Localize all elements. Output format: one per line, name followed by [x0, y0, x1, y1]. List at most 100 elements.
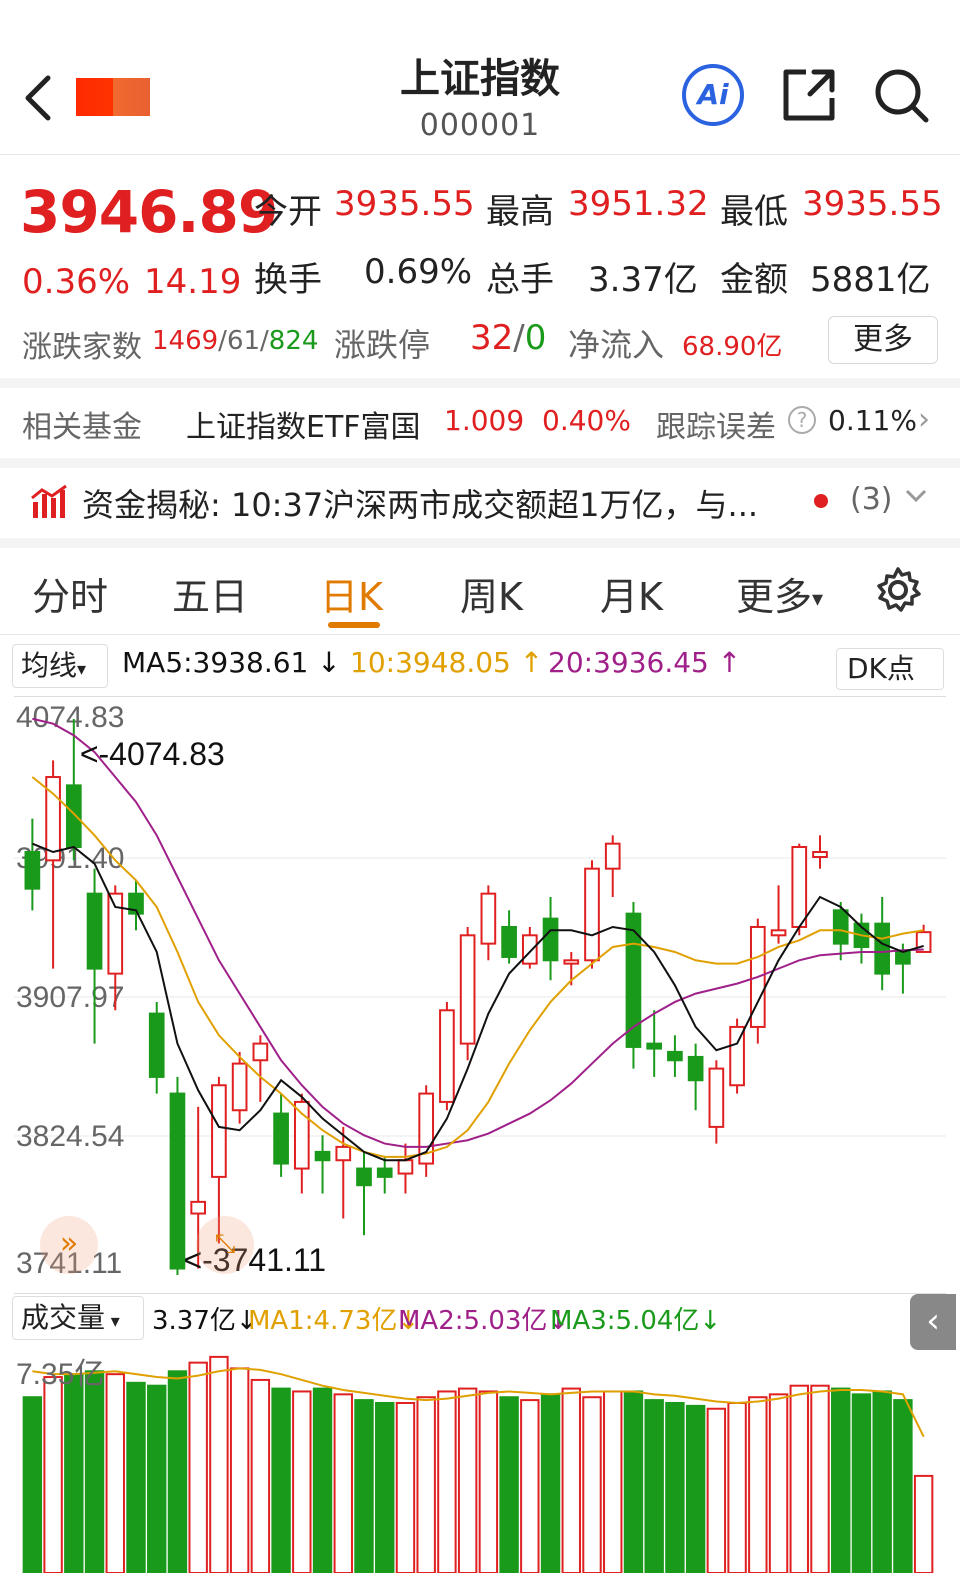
low-label: 最低: [720, 192, 788, 232]
volume-bar: [748, 1396, 768, 1573]
netflow-value: 68.90亿: [682, 332, 783, 362]
tab-intraday[interactable]: 分时: [32, 566, 108, 621]
breadth-up: 1469: [152, 326, 219, 356]
volume-bar: [147, 1384, 167, 1573]
tab-daily-k[interactable]: 日K: [320, 566, 383, 621]
volume-selector-label: 成交量: [21, 1301, 106, 1334]
volume-bar: [561, 1387, 581, 1573]
candle-body: [397, 1159, 414, 1175]
candle-body: [86, 892, 103, 970]
tracking-label: 跟踪误差: [656, 410, 776, 445]
ma5-line: [31, 842, 924, 1162]
volume-bar: [354, 1399, 374, 1573]
share-icon: [783, 69, 835, 121]
vol-ma2-readout: MA2:5.03亿↓: [398, 1300, 569, 1337]
candle-body: [563, 959, 580, 965]
ma-selector-label: 均线: [21, 649, 78, 682]
tab-five-day[interactable]: 五日: [172, 566, 248, 621]
ma20-readout: 20:3936.45 ↑: [548, 646, 741, 679]
vol-ma1-readout: MA1:4.73亿↓: [248, 1300, 419, 1337]
ai-label: Ai: [697, 78, 729, 111]
kline-chart[interactable]: 4074.83 3991.40 3907.97 3824.54 3741.11 <-407…: [14, 696, 946, 1294]
volume-bar: [872, 1390, 892, 1573]
chevron-down-icon: [904, 486, 928, 510]
volume-bar: [623, 1390, 644, 1573]
volume-bar: [271, 1387, 291, 1573]
dk-point-button[interactable]: DK点: [836, 648, 944, 690]
y-tick-label: 3824.54: [16, 1120, 124, 1153]
y-tick-label: 3907.97: [16, 981, 124, 1014]
volume-selector[interactable]: 成交量 ▾: [12, 1296, 144, 1340]
fund-label: 相关基金: [22, 410, 142, 445]
candle-body: [687, 1055, 704, 1082]
volume-bar: [644, 1399, 664, 1573]
volume-bar: [22, 1396, 43, 1573]
tab-more[interactable]: 更多▾: [736, 566, 823, 621]
volume-bar: [416, 1396, 436, 1573]
amount-label: 金额: [720, 260, 788, 300]
tab-monthly-k[interactable]: 月K: [600, 566, 663, 621]
help-icon[interactable]: ?: [788, 406, 816, 434]
change-percent: 0.36%: [22, 262, 131, 302]
search-button[interactable]: [872, 66, 932, 126]
high-marker-label: <-4074.83: [80, 736, 225, 772]
volume-bar: [706, 1407, 727, 1573]
volume-value: 3.37亿: [588, 260, 698, 300]
more-button[interactable]: 更多: [828, 316, 938, 364]
volume-bar: [478, 1390, 499, 1573]
candle-body: [459, 934, 476, 1045]
high-value: 3951.32: [568, 184, 709, 224]
breadth-values: 1469/61/824: [152, 326, 319, 356]
news-row[interactable]: 资金揭秘: 10:37沪深两市成交额超1万亿，与... (3): [0, 468, 960, 538]
share-button[interactable]: [780, 66, 838, 124]
fund-price: 1.009: [444, 404, 525, 437]
settings-button[interactable]: [874, 566, 922, 614]
arrow-down-icon: ↓: [699, 1306, 722, 1336]
chevron-right-icon: ›: [918, 402, 930, 437]
tracking-value: 0.11%: [828, 404, 917, 437]
candle-body: [314, 1150, 331, 1162]
ma10-readout: 10:3948.05 ↑: [350, 646, 543, 679]
volume-bar: [250, 1378, 271, 1573]
chart-icon: [30, 484, 68, 520]
volume-bar: [167, 1370, 188, 1573]
ma20-value: 20:3936.45: [548, 646, 709, 679]
turnover-value: 0.69%: [364, 252, 473, 292]
breadth-label: 涨跌家数: [22, 330, 142, 365]
ma10-line: [31, 776, 924, 1158]
tab-weekly-k[interactable]: 周K: [460, 566, 523, 621]
news-count: (3): [850, 482, 893, 517]
candle-body: [273, 1112, 289, 1165]
ai-button[interactable]: Ai: [682, 64, 744, 126]
limit-up: 32: [470, 318, 514, 358]
volume-bar: [395, 1401, 416, 1573]
volume-bar: [603, 1390, 623, 1573]
volume-bar: [789, 1384, 809, 1573]
volume-y-tick-label: 7.35亿: [16, 1358, 104, 1391]
candle-body: [895, 950, 911, 965]
expand-left-icon[interactable]: »: [40, 1216, 98, 1274]
volume-bar: [499, 1396, 519, 1573]
ma5-value: MA5:3938.61: [122, 646, 309, 679]
limit-label: 涨跌停: [334, 326, 431, 364]
candle-body: [791, 846, 808, 928]
vol-value: 3.37亿: [152, 1306, 236, 1336]
vol-ma2-value: MA2:5.03亿: [398, 1306, 548, 1336]
expand-corner-icon[interactable]: ⤡: [196, 1216, 254, 1274]
ma10-value: 10:3948.05: [350, 646, 511, 679]
back-button[interactable]: [18, 70, 68, 126]
collapse-panel-button[interactable]: ‹: [910, 1294, 956, 1350]
candle-body: [646, 1042, 663, 1050]
candle-body: [874, 922, 891, 975]
candle-body: [169, 1092, 186, 1270]
related-fund-row[interactable]: 相关基金 上证指数ETF富国 1.009 0.40% 跟踪误差 ? 0.11% …: [0, 388, 960, 458]
breadth-flat: 61: [226, 326, 261, 356]
volume-bar: [540, 1393, 561, 1573]
volume-bar: [105, 1373, 125, 1573]
fund-name: 上证指数ETF富国: [186, 410, 421, 445]
ma-selector[interactable]: 均线▾: [12, 644, 108, 688]
volume-bar: [768, 1393, 789, 1573]
candle-body: [335, 1145, 352, 1162]
redacted-logo: [76, 78, 150, 116]
fund-change: 0.40%: [542, 404, 631, 437]
